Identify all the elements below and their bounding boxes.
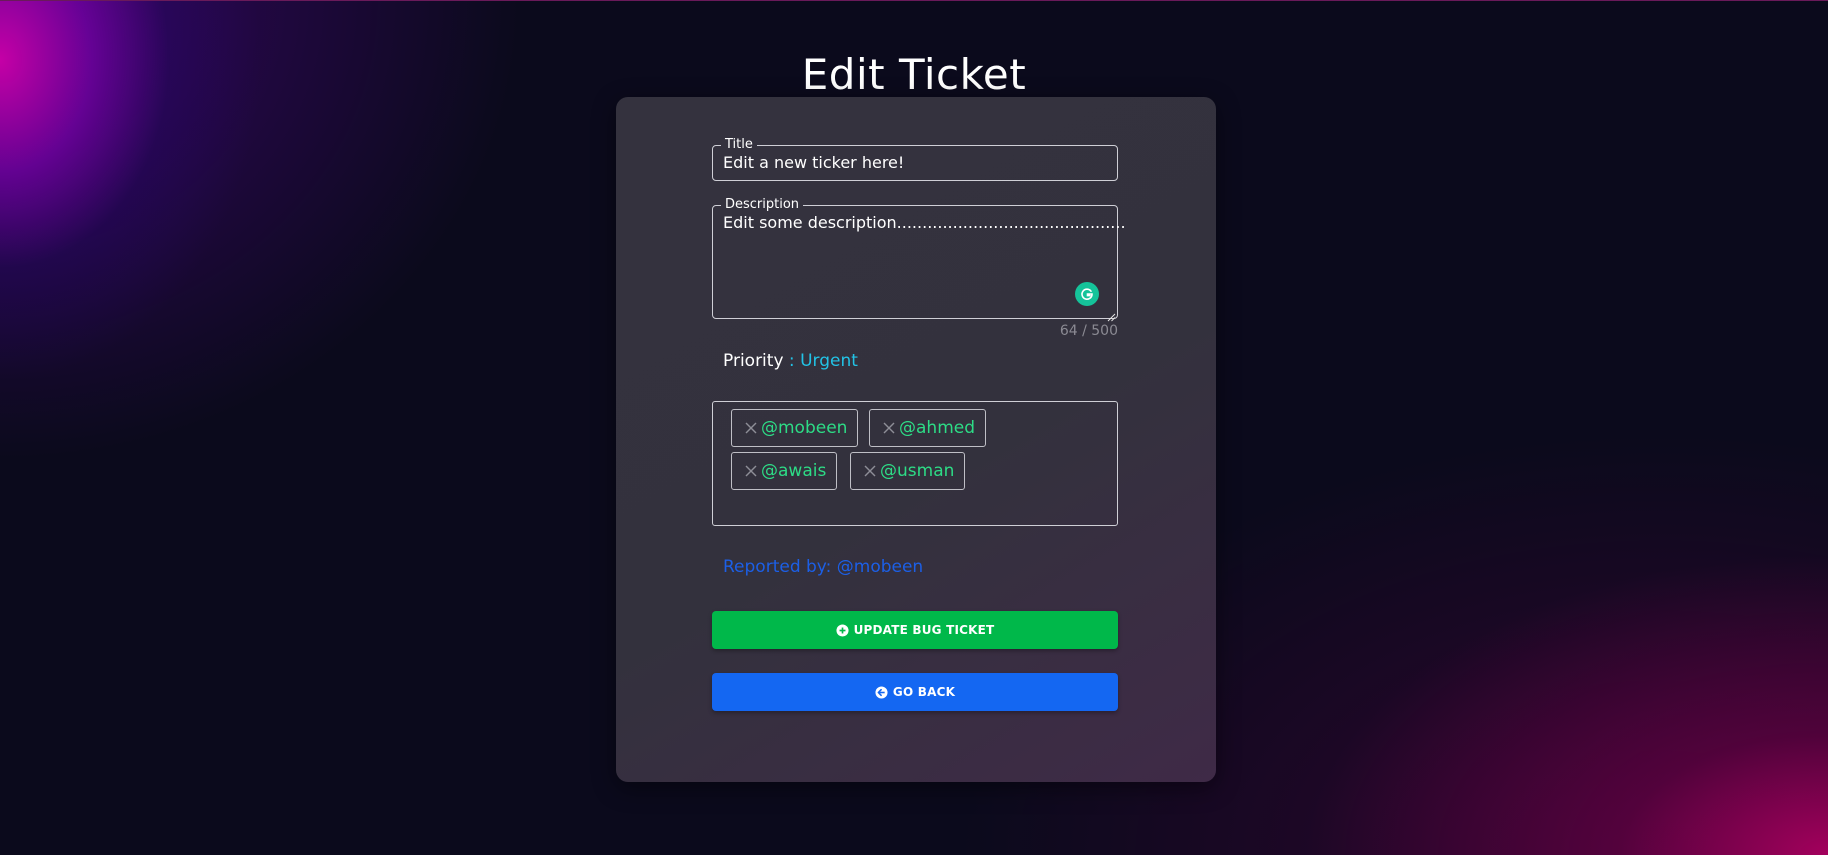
assignee-tag-label: @mobeen (761, 418, 848, 438)
close-icon[interactable] (863, 464, 877, 478)
page-title: Edit Ticket (801, 50, 1027, 100)
go-back-button-label: GO BACK (892, 685, 956, 699)
edit-ticket-card: Title Edit a new ticker here! Descriptio… (616, 97, 1216, 782)
priority-row[interactable]: Priority : Urgent (723, 348, 858, 374)
arrow-left-circle-icon (875, 685, 888, 699)
priority-value[interactable]: Urgent (800, 351, 858, 371)
title-input[interactable]: Edit a new ticker here! (723, 153, 904, 172)
assignee-tag[interactable]: @awais (731, 452, 838, 490)
priority-label: Priority (723, 351, 784, 371)
assignee-tag[interactable]: @usman (850, 452, 966, 490)
description-field[interactable]: Description Edit some description.......… (712, 197, 1126, 322)
resize-handle-icon[interactable] (1106, 307, 1116, 322)
description-char-counter: 64 / 500 (1059, 323, 1118, 339)
update-bug-ticket-button[interactable]: UPDATE BUG TICKET (712, 611, 1118, 649)
update-button-label: UPDATE BUG TICKET (853, 623, 995, 637)
title-field[interactable]: Title Edit a new ticker here! (712, 137, 1118, 181)
top-border (0, 0, 1828, 1)
plus-circle-icon (836, 623, 849, 637)
close-icon[interactable] (744, 421, 758, 435)
description-textarea[interactable]: Edit some description...................… (723, 213, 1126, 232)
title-field-label: Title (721, 137, 757, 153)
reported-by: Reported by: @mobeen (723, 557, 924, 577)
go-back-button[interactable]: GO BACK (712, 673, 1118, 711)
grammarly-icon[interactable] (1075, 282, 1099, 306)
description-field-label: Description (721, 197, 804, 213)
assignee-tag[interactable]: @mobeen (731, 409, 859, 447)
assignee-tag[interactable]: @ahmed (869, 409, 987, 447)
close-icon[interactable] (882, 421, 896, 435)
assignee-tag-label: @ahmed (899, 418, 976, 438)
priority-separator: : (783, 351, 801, 371)
assignee-tags-input[interactable]: @mobeen @ahmed @awais @usman (712, 401, 1118, 526)
assignee-tag-label: @usman (880, 461, 955, 481)
assignee-tag-label: @awais (761, 461, 827, 481)
close-icon[interactable] (744, 464, 758, 478)
